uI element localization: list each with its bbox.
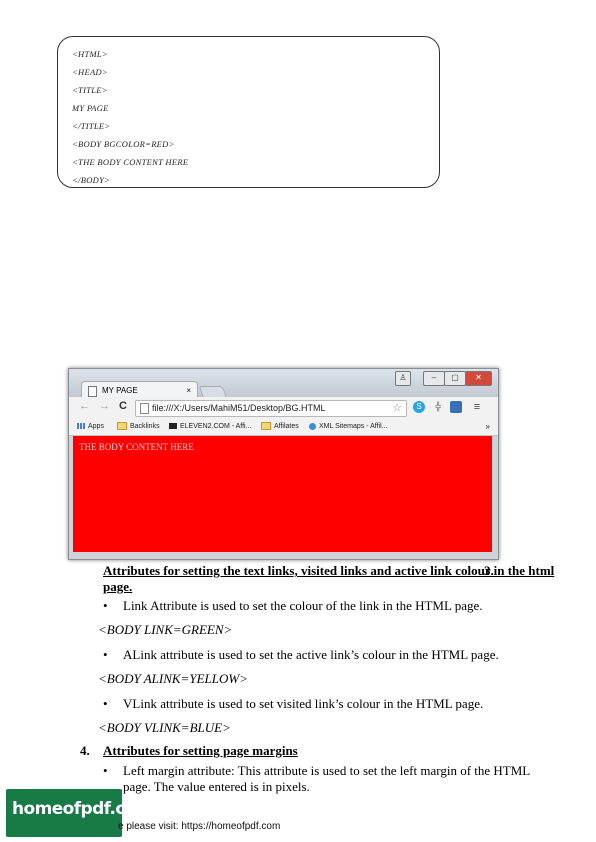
bookmark-label: ELEVEN2.COM - Affi... <box>180 423 252 430</box>
section-3-number: 3. <box>484 563 494 578</box>
minimize-button[interactable]: – <box>423 371 445 386</box>
logo-text: homeofpdf.com <box>12 799 154 819</box>
code-line: <BODY BGCOLOR=RED> <box>72 139 175 149</box>
puzzle-icon[interactable] <box>450 401 462 413</box>
page-viewport: THE BODY CONTENT HERE <box>73 436 492 552</box>
code-lines: <HTML> <HEAD> <TITLE> MY PAGE </TITLE> <… <box>72 49 189 187</box>
maximize-button[interactable]: ▢ <box>444 371 466 386</box>
code-example: <BODY ALINK=YELLOW> <box>98 671 248 686</box>
bullet-icon: • <box>103 647 108 662</box>
menu-icon[interactable]: ≡ <box>471 401 483 413</box>
code-snippet-box: <HTML> <HEAD> <TITLE> MY PAGE </TITLE> <… <box>57 36 440 188</box>
apps-grid-icon <box>77 423 85 430</box>
page-icon <box>88 386 97 397</box>
code-line: <THE BODY CONTENT HERE <box>72 157 189 167</box>
list-item-text: Left margin attribute: This attribute is… <box>123 763 530 794</box>
bookmark-affilates[interactable]: Affilates <box>261 419 299 435</box>
code-line: <TITLE> <box>72 85 108 95</box>
list-item-text: Link Attribute is used to set the colour… <box>123 598 483 613</box>
list-item-text: VLink attribute is used to set visited l… <box>123 696 484 711</box>
close-window-button[interactable]: ✕ <box>465 371 492 386</box>
extension-icon[interactable]: ╬ <box>432 401 444 413</box>
bookmark-eleven2[interactable]: ELEVEN2.COM - Affi... <box>169 419 251 435</box>
forward-arrow-icon[interactable]: → <box>99 400 110 412</box>
bookmark-label: Apps <box>88 423 104 430</box>
bullet-icon: • <box>103 598 108 613</box>
address-bar[interactable]: file:///X:/Users/MahiM51/Desktop/BG.HTML… <box>135 400 407 417</box>
bullet-icon: • <box>103 696 108 711</box>
browser-titlebar: MY PAGE × ♙ – ▢ ✕ <box>69 369 498 400</box>
section-4-heading: 4. Attributes for setting page margins <box>80 743 298 759</box>
page-icon <box>140 403 149 414</box>
site-icon <box>169 423 177 430</box>
browser-toolbar: ← → C file:///X:/Users/MahiM51/Desktop/B… <box>69 397 498 419</box>
section-4-title: Attributes for setting page margins <box>103 743 298 758</box>
list-item-text: ALink attribute is used to set the activ… <box>123 647 499 662</box>
star-icon[interactable]: ☆ <box>392 401 402 416</box>
code-line: <HTML> <box>72 49 108 59</box>
code-line: </BODY> <box>72 175 111 185</box>
url-text: file:///X:/Users/MahiM51/Desktop/BG.HTML <box>152 403 326 413</box>
bookmark-label: XML Sitemaps - Affil... <box>319 423 388 430</box>
bookmark-backlinks[interactable]: Backlinks <box>117 419 160 435</box>
body-content-text: THE BODY CONTENT HERE <box>79 442 194 452</box>
code-example: <BODY VLINK=BLUE> <box>98 720 231 735</box>
section-4-number: 4. <box>80 743 90 758</box>
globe-icon <box>309 422 316 430</box>
footer-text: e please visit: https://homeofpdf.com <box>118 821 281 832</box>
reload-icon[interactable]: C <box>119 400 127 412</box>
bookmarks-bar: Apps Backlinks ELEVEN2.COM - Affi... Aff… <box>69 419 498 436</box>
more-bookmarks-icon[interactable]: » <box>486 419 490 435</box>
bookmark-apps[interactable]: Apps <box>77 419 104 435</box>
folder-icon <box>117 422 127 431</box>
bookmark-xml-sitemaps[interactable]: XML Sitemaps - Affil... <box>309 419 387 435</box>
bookmark-label: Affilates <box>274 423 299 430</box>
bookmark-label: Backlinks <box>130 423 160 430</box>
code-line: MY PAGE <box>72 103 109 113</box>
back-arrow-icon[interactable]: ← <box>79 400 90 412</box>
homeofpdf-logo[interactable]: homeofpdf.com <box>6 789 154 837</box>
folder-icon <box>261 422 271 431</box>
code-line: <HEAD> <box>72 67 108 77</box>
browser-screenshot: MY PAGE × ♙ – ▢ ✕ ← → C file:///X:/Users… <box>68 368 499 560</box>
code-example: <BODY LINK=GREEN> <box>98 622 233 637</box>
skype-icon[interactable]: S <box>413 401 425 413</box>
bullet-icon: • <box>103 763 108 778</box>
user-icon[interactable]: ♙ <box>395 371 411 386</box>
code-line: </TITLE> <box>72 121 111 131</box>
